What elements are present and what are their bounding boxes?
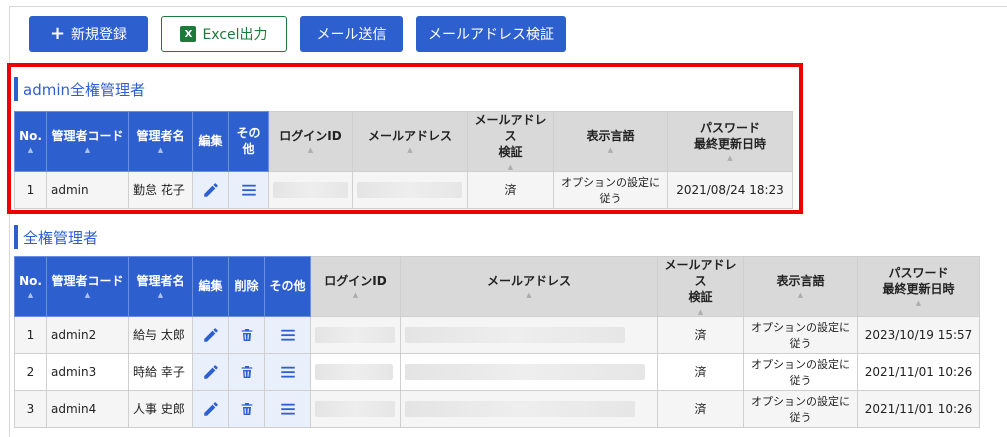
row-code: admin4 bbox=[46, 389, 129, 428]
sort-arrow-icon: ▲ bbox=[84, 291, 91, 300]
excel-export-label: Excel出力 bbox=[202, 27, 268, 43]
send-mail-label: メール送信 bbox=[316, 27, 387, 43]
col-header-login[interactable]: ログインID ▲ bbox=[310, 256, 401, 317]
col-header-verify[interactable]: メールアドレス 検証 ▲ bbox=[657, 256, 744, 317]
delete-cell[interactable] bbox=[228, 352, 265, 391]
row-verified: 済 bbox=[657, 352, 744, 391]
row-lang: オプションの設定に従う bbox=[743, 315, 858, 354]
row-no: 3 bbox=[14, 389, 47, 428]
row-login-id-redacted bbox=[310, 315, 401, 354]
excel-export-button[interactable]: X Excel出力 bbox=[161, 16, 287, 52]
col-header-pw-updated[interactable]: パスワード 最終更新日時 ▲ bbox=[857, 256, 980, 317]
row-login-id-redacted bbox=[310, 352, 401, 391]
pencil-icon[interactable] bbox=[202, 400, 220, 418]
row-login-id-redacted bbox=[310, 389, 401, 428]
menu-icon[interactable] bbox=[278, 363, 298, 381]
col-header-delete: 削除 bbox=[228, 256, 265, 317]
row-verified: 済 bbox=[657, 315, 744, 354]
table-row: 1 admin2 給与 太郎 済 オプションの設定に従う 2023/10/19 … bbox=[14, 315, 980, 354]
highlight-box bbox=[7, 63, 803, 214]
sort-arrow-icon: ▲ bbox=[526, 291, 532, 300]
sort-arrow-icon: ▲ bbox=[352, 291, 359, 300]
edit-cell[interactable] bbox=[192, 389, 229, 428]
new-registration-button[interactable]: + 新規登録 bbox=[29, 16, 148, 52]
other-cell[interactable] bbox=[264, 352, 311, 391]
section-title-full: 全権管理者 bbox=[14, 225, 98, 249]
row-pw-updated: 2021/11/01 10:26 bbox=[857, 352, 980, 391]
other-cell[interactable] bbox=[264, 315, 311, 354]
row-email-redacted bbox=[400, 389, 658, 428]
row-name: 時給 幸子 bbox=[128, 352, 193, 391]
col-header-email[interactable]: メールアドレス ▲ bbox=[400, 256, 658, 317]
trash-icon[interactable] bbox=[239, 363, 255, 381]
row-lang: オプションの設定に従う bbox=[743, 389, 858, 428]
other-cell[interactable] bbox=[264, 389, 311, 428]
table-row: 3 admin4 人事 史郎 済 オプションの設定に従う 2021/11/01 … bbox=[14, 389, 980, 428]
section-title-text: 全権管理者 bbox=[23, 228, 99, 247]
table-header-row: No. ▲ 管理者コード ▲ 管理者名 ▲ 編集 削除 その他 ログインID ▲ メール… bbox=[14, 256, 980, 317]
row-no: 1 bbox=[14, 315, 47, 354]
row-lang: オプションの設定に従う bbox=[743, 352, 858, 391]
col-header-lang[interactable]: 表示言語 ▲ bbox=[743, 256, 858, 317]
row-email-redacted bbox=[400, 352, 658, 391]
plus-icon: + bbox=[49, 23, 66, 44]
row-pw-updated: 2021/11/01 10:26 bbox=[857, 389, 980, 428]
send-mail-button[interactable]: メール送信 bbox=[300, 16, 403, 52]
col-header-no[interactable]: No. ▲ bbox=[14, 256, 47, 317]
delete-cell[interactable] bbox=[228, 315, 265, 354]
sort-arrow-icon: ▲ bbox=[27, 291, 34, 300]
row-pw-updated: 2023/10/19 15:57 bbox=[857, 315, 980, 354]
col-header-code[interactable]: 管理者コード ▲ bbox=[46, 256, 129, 317]
col-header-name[interactable]: 管理者名 ▲ bbox=[128, 256, 193, 317]
excel-icon: X bbox=[180, 26, 197, 42]
edit-cell[interactable] bbox=[192, 352, 229, 391]
row-verified: 済 bbox=[657, 389, 744, 428]
table-row: 2 admin3 時給 幸子 済 オプションの設定に従う 2021/11/01 … bbox=[14, 352, 980, 391]
row-email-redacted bbox=[400, 315, 658, 354]
menu-icon[interactable] bbox=[278, 400, 298, 418]
full-admin-table: No. ▲ 管理者コード ▲ 管理者名 ▲ 編集 削除 その他 ログインID ▲ メール… bbox=[14, 256, 980, 428]
row-name: 給与 太郎 bbox=[128, 315, 193, 354]
trash-icon[interactable] bbox=[239, 326, 255, 344]
sort-arrow-icon: ▲ bbox=[157, 291, 164, 300]
sort-arrow-icon: ▲ bbox=[915, 299, 922, 308]
pencil-icon[interactable] bbox=[202, 326, 220, 344]
sort-arrow-icon: ▲ bbox=[697, 307, 704, 316]
verify-email-label: メールアドレス検証 bbox=[428, 27, 554, 43]
trash-icon[interactable] bbox=[239, 400, 255, 418]
sort-arrow-icon: ▲ bbox=[797, 291, 804, 300]
row-code: admin3 bbox=[46, 352, 129, 391]
col-header-edit: 編集 bbox=[192, 256, 229, 317]
col-header-other: その他 bbox=[264, 256, 311, 317]
edit-cell[interactable] bbox=[192, 315, 229, 354]
delete-cell[interactable] bbox=[228, 389, 265, 428]
menu-icon[interactable] bbox=[278, 326, 298, 344]
row-code: admin2 bbox=[46, 315, 129, 354]
row-name: 人事 史郎 bbox=[128, 389, 193, 428]
row-no: 2 bbox=[14, 352, 47, 391]
pencil-icon[interactable] bbox=[202, 363, 220, 381]
new-registration-label: 新規登録 bbox=[71, 27, 128, 43]
verify-email-button[interactable]: メールアドレス検証 bbox=[416, 16, 566, 52]
